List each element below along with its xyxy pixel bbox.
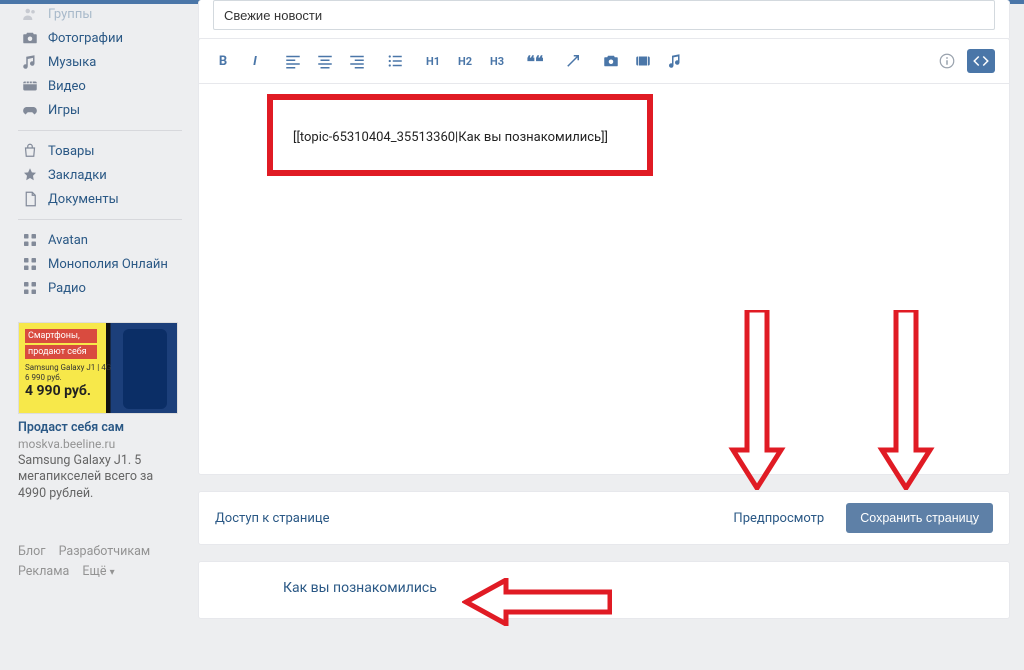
save-page-button[interactable]: Сохранить страницу xyxy=(846,503,993,533)
link-ads[interactable]: Реклама xyxy=(18,564,69,579)
sidebar-item-monopoly[interactable]: Монополия Онлайн xyxy=(18,252,182,276)
sidebar-item-photos[interactable]: Фотографии xyxy=(18,26,182,50)
separator xyxy=(18,130,182,131)
sidebar-item-label: Закладки xyxy=(48,168,107,183)
editor-footer: Доступ к странице Предпросмотр Сохранить… xyxy=(198,491,1010,545)
preview-button[interactable]: Предпросмотр xyxy=(733,511,824,526)
ad-banner-text: 6 990 руб. xyxy=(25,373,62,382)
sidebar-item-label: Avatan xyxy=(48,233,88,248)
sidebar-item-label: Фотографии xyxy=(48,31,123,46)
star-icon xyxy=(20,165,40,185)
sidebar-item-label: Группы xyxy=(48,7,92,22)
align-center-button[interactable] xyxy=(315,51,335,71)
sidebar-item-label: Монополия Онлайн xyxy=(48,257,168,272)
sidebar-item-label: Музыка xyxy=(48,55,96,70)
video-icon xyxy=(20,76,40,96)
ad-banner-text: 4 990 руб. xyxy=(25,383,91,399)
ad-banner-image: Смартфоны, которые продают себя сами! Sa… xyxy=(18,322,178,414)
groups-icon xyxy=(20,4,40,24)
main-content: B I H1 H2 H3 xyxy=(198,0,1010,650)
video-button[interactable] xyxy=(633,51,653,71)
sidebar-item-label: Игры xyxy=(48,103,80,118)
wiki-code-toggle[interactable] xyxy=(967,49,995,73)
page-access-link[interactable]: Доступ к странице xyxy=(215,511,329,526)
editor-toolbar: B I H1 H2 H3 xyxy=(199,39,1009,84)
sidebar-item-label: Радио xyxy=(48,281,86,296)
app-icon xyxy=(20,230,40,250)
sidebar-item-bookmarks[interactable]: Закладки xyxy=(18,163,182,187)
ad-banner-text: продают себя сами! xyxy=(25,345,97,359)
ad-banner-text: Samsung Galaxy J1 | 4G xyxy=(25,363,111,372)
sidebar-item-video[interactable]: Видео xyxy=(18,74,182,98)
doc-icon xyxy=(20,189,40,209)
audio-button[interactable] xyxy=(665,51,685,71)
list-button[interactable] xyxy=(385,51,405,71)
footer-links: Блог Разработчикам Реклама Ещё xyxy=(18,542,182,582)
sidebar-item-groups[interactable]: Группы xyxy=(18,2,182,26)
sidebar-item-games[interactable]: Игры xyxy=(18,98,182,122)
music-icon xyxy=(20,52,40,72)
app-icon xyxy=(20,278,40,298)
blockquote-button[interactable]: ❝❝ xyxy=(525,51,545,71)
align-right-button[interactable] xyxy=(347,51,367,71)
gamepad-icon xyxy=(20,100,40,120)
h3-button[interactable]: H3 xyxy=(487,51,507,71)
h1-button[interactable]: H1 xyxy=(423,51,443,71)
sidebar-item-label: Документы xyxy=(48,192,119,207)
separator xyxy=(18,219,182,220)
link-more[interactable]: Ещё xyxy=(82,564,114,579)
sidebar-item-radio[interactable]: Радио xyxy=(18,276,182,300)
sidebar-item-music[interactable]: Музыка xyxy=(18,50,182,74)
sidebar-item-avatan[interactable]: Avatan xyxy=(18,228,182,252)
link-developers[interactable]: Разработчикам xyxy=(59,544,151,559)
info-icon[interactable] xyxy=(937,51,957,71)
camera-icon xyxy=(20,28,40,48)
sidebar-item-label: Товары xyxy=(48,144,94,159)
title-panel xyxy=(198,0,1010,38)
editor-panel: B I H1 H2 H3 xyxy=(198,38,1010,475)
ad-block[interactable]: Смартфоны, которые продают себя сами! Sa… xyxy=(18,322,178,502)
align-left-button[interactable] xyxy=(283,51,303,71)
ad-banner-text: Смартфоны, которые xyxy=(25,329,97,343)
ad-description: Samsung Galaxy J1. 5 мегапикселей всего … xyxy=(18,453,178,502)
ad-phone-image xyxy=(123,329,167,409)
sidebar-item-docs[interactable]: Документы xyxy=(18,187,182,211)
app-icon xyxy=(20,254,40,274)
h2-button[interactable]: H2 xyxy=(455,51,475,71)
result-panel: Как вы познакомились xyxy=(198,561,1010,619)
ad-domain: moskva.beeline.ru xyxy=(18,437,178,451)
bold-button[interactable]: B xyxy=(213,51,233,71)
wiki-code-text: [[topic-65310404_35513360|Как вы познако… xyxy=(293,130,608,145)
page-title-input[interactable] xyxy=(213,0,995,30)
result-topic-link[interactable]: Как вы познакомились xyxy=(283,580,437,596)
bag-icon xyxy=(20,141,40,161)
sidebar-item-market[interactable]: Товары xyxy=(18,139,182,163)
sidebar: Группы Фотографии Музыка Видео Игры Това… xyxy=(18,0,182,582)
sidebar-item-label: Видео xyxy=(48,79,86,94)
link-blog[interactable]: Блог xyxy=(18,544,45,559)
photo-button[interactable] xyxy=(601,51,621,71)
italic-button[interactable]: I xyxy=(245,51,265,71)
link-button[interactable] xyxy=(563,51,583,71)
editor-textarea[interactable]: [[topic-65310404_35513360|Как вы познако… xyxy=(199,84,1009,474)
ad-title: Продаст себя сам xyxy=(18,420,178,435)
